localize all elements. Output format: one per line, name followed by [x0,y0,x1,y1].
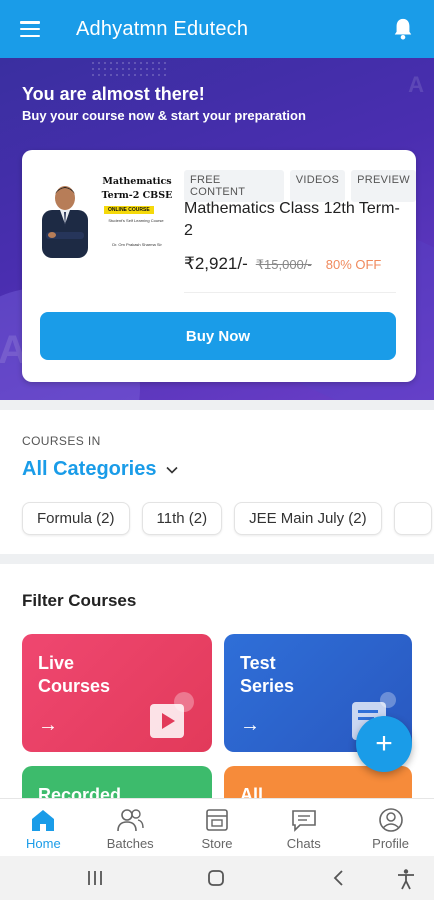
nav-chats[interactable]: Chats [260,799,347,856]
section-divider [0,400,434,410]
batches-icon [117,809,144,832]
chip-11th[interactable]: 11th (2) [141,502,223,535]
nav-store[interactable]: Store [174,799,261,856]
video-play-icon [150,692,194,738]
thumbnail-description: Student's Self Learning Course [108,218,164,223]
nav-label: Chats [286,836,321,851]
nav-label: Store [201,836,233,851]
chip-formula[interactable]: Formula (2) [22,502,130,535]
decorative-dots [90,60,170,80]
thumbnail-badge: ONLINE COURSE [104,206,154,214]
home-button-icon[interactable] [206,868,226,888]
decorative-letter: A [408,72,424,97]
discount-badge: 80% OFF [325,257,382,272]
thumbnail-subject: Mathematics [102,176,172,187]
courses-in-label: COURSES IN [22,434,101,448]
divider [184,292,396,293]
tile-label-line: Courses [38,676,111,696]
chip-more[interactable] [393,502,432,535]
back-icon[interactable] [330,868,346,888]
course-thumbnail: Mathematics Term-2 CBSE ONLINE COURSE St… [40,172,184,258]
app-title: Adhyatmn Edutech [76,17,249,40]
buy-now-button[interactable]: Buy Now [40,312,396,360]
profile-icon [378,808,403,832]
recent-apps-icon[interactable] [86,868,104,888]
tile-label-line: Series [240,676,295,696]
home-icon [32,810,55,831]
nav-label: Home [26,836,61,851]
course-card[interactable]: Mathematics Term-2 CBSE ONLINE COURSE St… [22,150,416,382]
bell-icon[interactable] [392,17,414,41]
promo-title: You are almost there! [22,84,205,104]
instructor-image [42,186,88,258]
chevron-down-icon [166,466,179,474]
store-icon [206,809,228,831]
filter-courses-title: Filter Courses [22,591,137,610]
nav-label: Profile [372,836,410,851]
promo-banner: A A You are almost there! Buy your cours… [0,58,434,400]
nav-label: Batches [106,836,154,851]
course-price: ₹2,921/- [184,254,248,273]
arrow-right-icon: → [38,714,58,736]
category-dropdown[interactable]: All Categories [22,458,179,481]
nav-profile[interactable]: Profile [347,799,434,856]
nav-home[interactable]: Home [0,799,87,856]
nav-batches[interactable]: Batches [87,799,174,856]
thumbnail-term: Term-2 CBSE [101,190,173,201]
tile-label-line: Test [240,653,276,673]
accessibility-icon[interactable] [396,868,416,890]
arrow-right-icon: → [240,714,260,736]
tile-label: Test Series [240,652,294,698]
add-fab-button[interactable]: + [356,716,412,772]
promo-subtitle: Buy your course now & start your prepara… [22,108,306,123]
hamburger-menu-icon[interactable] [20,21,40,37]
bottom-navigation: Home Batches Store Chats Profile [0,798,434,856]
system-navigation-bar [0,856,434,900]
category-chips: Formula (2) 11th (2) JEE Main July (2) [22,502,432,535]
chats-icon [291,810,316,832]
thumbnail-author: Dr. Om Prakash Sharma Sir [112,242,162,247]
original-price: ₹15,000/- [255,257,312,272]
tile-live-courses[interactable]: Live Courses → [22,634,212,752]
chip-jee-main-july[interactable]: JEE Main July (2) [234,502,382,535]
tile-label: Live Courses [38,652,110,698]
app-bar: Adhyatmn Edutech [0,0,434,58]
price-row: ₹2,921/- ₹15,000/- 80% OFF [184,254,381,274]
section-divider [0,554,434,564]
tile-label-line: Live [38,653,75,673]
course-name: Mathematics Class 12th Term-2 [184,200,400,239]
category-selected: All Categories [22,458,157,480]
